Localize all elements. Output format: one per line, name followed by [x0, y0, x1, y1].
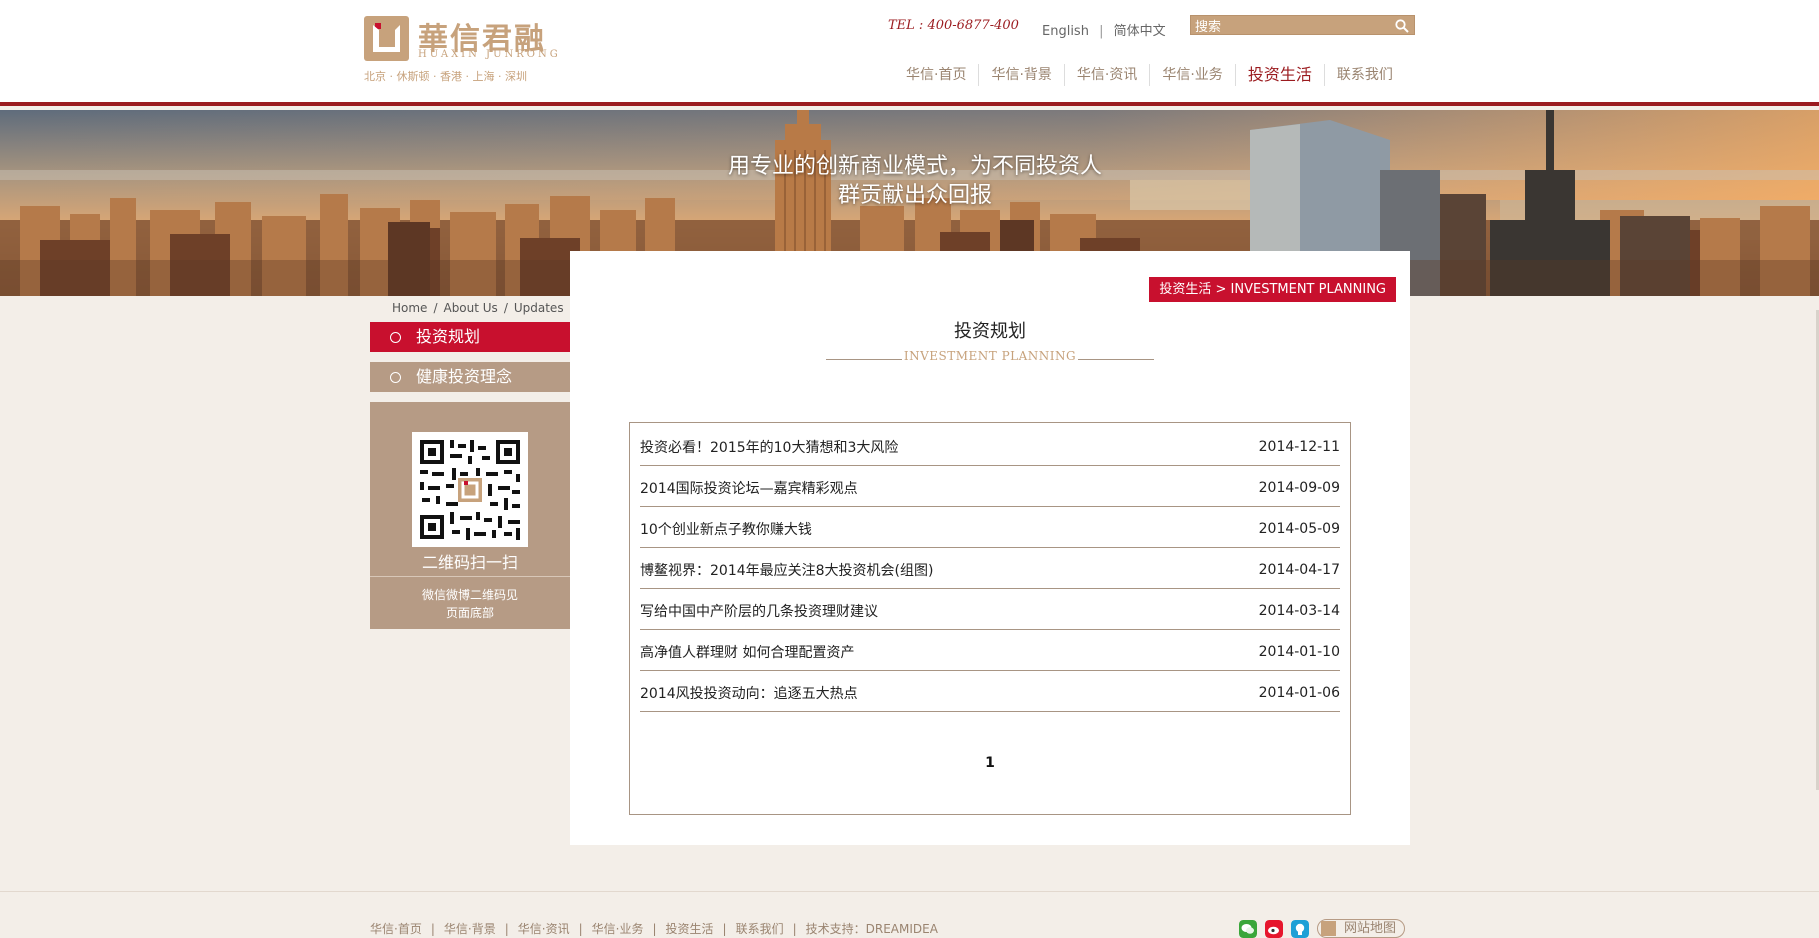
qr-note: 微信微博二维码见 页面底部: [370, 586, 570, 622]
section-tag: 投资生活 > INVESTMENT PLANNING: [1149, 277, 1396, 302]
weibo-icon[interactable]: [1265, 919, 1283, 938]
circle-bullet-icon: [390, 372, 401, 383]
qr-code-image: [412, 432, 528, 547]
nav-item-home[interactable]: 华信·首页: [894, 64, 978, 86]
list-item[interactable]: 10个创业新点子教你赚大钱 2014-05-09: [640, 507, 1340, 548]
footer-separator: |: [430, 922, 435, 936]
breadcrumb-separator: /: [503, 301, 508, 315]
pagination-page-1[interactable]: 1: [630, 755, 1350, 771]
article-title[interactable]: 2014风投投资动向：追逐五大热点: [640, 683, 858, 703]
footer-link-investment-life[interactable]: 投资生活: [666, 922, 714, 936]
article-list: 投资必看！2015年的10大猜想和3大风险 2014-12-11 2014国际投…: [629, 422, 1351, 815]
footer-link-contact[interactable]: 联系我们: [736, 922, 784, 936]
divider: [370, 576, 570, 577]
list-item[interactable]: 投资必看！2015年的10大猜想和3大风险 2014-12-11: [640, 425, 1340, 466]
footer-link-background[interactable]: 华信·背景: [444, 922, 496, 936]
sidebar-item-label: 投资规划: [416, 327, 481, 346]
list-item[interactable]: 写给中国中产阶层的几条投资理财建议 2014-03-14: [640, 589, 1340, 630]
list-item[interactable]: 2014国际投资论坛—嘉宾精彩观点 2014-09-09: [640, 466, 1340, 507]
breadcrumb-about[interactable]: About Us: [443, 301, 497, 315]
qr-note-line-2: 页面底部: [445, 606, 494, 620]
logo-mark-icon: [364, 16, 409, 61]
search-icon[interactable]: [1394, 18, 1410, 34]
article-date: 2014-03-14: [1258, 603, 1340, 619]
sidebar-item-healthy-investment[interactable]: 健康投资理念: [370, 362, 570, 392]
footer-separator: |: [578, 922, 583, 936]
nav-item-contact[interactable]: 联系我们: [1323, 64, 1405, 86]
qr-code-panel: 二维码扫一扫 微信微博二维码见 页面底部: [370, 402, 570, 629]
brand-cities: 北京 · 休斯顿 · 香港 · 上海 · 深圳: [364, 70, 527, 83]
nav-item-background[interactable]: 华信·背景: [978, 64, 1063, 86]
sidebar-item-label: 健康投资理念: [416, 367, 513, 386]
lang-separator: |: [1099, 24, 1104, 39]
nav-item-news[interactable]: 华信·资讯: [1063, 64, 1149, 86]
slogan-line-1: 用专业的创新商业模式，为不同投资人: [727, 154, 1102, 179]
article-date: 2014-01-10: [1258, 644, 1340, 660]
brand-logo[interactable]: 華信君融 HUAXIN JUNRONG 北京 · 休斯顿 · 香港 · 上海 ·…: [364, 16, 558, 86]
breadcrumb-updates[interactable]: Updates: [514, 301, 564, 315]
list-item[interactable]: 高净值人群理财 如何合理配置资产 2014-01-10: [640, 630, 1340, 671]
article-date: 2014-05-09: [1258, 521, 1340, 537]
main-nav: 华信·首页 华信·背景 华信·资讯 华信·业务 投资生活 联系我们: [894, 64, 1405, 86]
article-title[interactable]: 2014国际投资论坛—嘉宾精彩观点: [640, 478, 858, 498]
qr-title: 二维码扫一扫: [421, 553, 518, 572]
content-panel: 投资生活 > INVESTMENT PLANNING 投资规划 INVESTME…: [570, 251, 1410, 845]
article-title[interactable]: 高净值人群理财 如何合理配置资产: [640, 642, 854, 662]
footer-separator: |: [722, 922, 727, 936]
list-item[interactable]: 博鳌视界：2014年最应关注8大投资机会(组图) 2014-04-17: [640, 548, 1340, 589]
site-header: 華信君融 HUAXIN JUNRONG 北京 · 休斯顿 · 香港 · 上海 ·…: [0, 0, 1819, 106]
sitemap-label: 网站地图: [1344, 921, 1397, 936]
footer-separator: |: [504, 922, 509, 936]
article-date: 2014-12-11: [1258, 439, 1340, 455]
social-icons: 网站地图: [1239, 919, 1406, 938]
nav-item-business[interactable]: 华信·业务: [1149, 64, 1234, 86]
page-subtitle: INVESTMENT PLANNING: [903, 349, 1077, 363]
sitemap-button[interactable]: 网站地图: [1317, 919, 1406, 938]
lang-english-link[interactable]: English: [1042, 24, 1089, 39]
article-date: 2014-04-17: [1258, 562, 1340, 578]
lang-chinese-link[interactable]: 简体中文: [1114, 24, 1166, 39]
article-date: 2014-01-06: [1258, 685, 1340, 701]
qr-note-line-1: 微信微博二维码见: [421, 588, 518, 602]
page-title: 投资规划: [954, 321, 1026, 342]
wechat-icon[interactable]: [1239, 919, 1257, 938]
banner-slogan: 用专业的创新商业模式，为不同投资人 群贡献出众回报: [700, 152, 1130, 210]
footer-link-home[interactable]: 华信·首页: [370, 922, 422, 936]
article-title[interactable]: 博鳌视界：2014年最应关注8大投资机会(组图): [640, 560, 933, 580]
footer-tech-support[interactable]: 技术支持：DREAMIDEA: [806, 922, 938, 936]
article-date: 2014-09-09: [1258, 480, 1340, 496]
article-title[interactable]: 投资必看！2015年的10大猜想和3大风险: [640, 437, 898, 457]
divider: [1078, 359, 1154, 360]
breadcrumb: Home / About Us / Updates: [392, 301, 564, 315]
search-input[interactable]: [1191, 18, 1391, 37]
nav-item-investment-life[interactable]: 投资生活: [1234, 64, 1324, 86]
footer-separator: |: [792, 922, 797, 936]
circle-bullet-icon: [390, 332, 401, 343]
search-box: [1190, 15, 1415, 37]
footer-separator: |: [652, 922, 657, 936]
logo-mark-icon: [1321, 921, 1336, 936]
breadcrumb-home[interactable]: Home: [392, 301, 427, 315]
footer-link-business[interactable]: 华信·业务: [592, 922, 644, 936]
footer-nav: 华信·首页 | 华信·背景 | 华信·资讯 | 华信·业务 | 投资生活 | 联系我们 | 技术支持：D…: [370, 920, 938, 937]
qq-icon[interactable]: [1291, 919, 1309, 938]
list-item[interactable]: 2014风投投资动向：追逐五大热点 2014-01-06: [640, 671, 1340, 712]
breadcrumb-separator: /: [433, 301, 438, 315]
phone-number: TEL : 400-6877-400: [888, 18, 1019, 33]
divider: [0, 891, 1819, 892]
brand-name-en: HUAXIN JUNRONG: [418, 49, 561, 60]
language-switcher: English | 简体中文: [1042, 20, 1166, 39]
footer-link-news[interactable]: 华信·资讯: [518, 922, 570, 936]
slogan-line-2: 群贡献出众回报: [837, 183, 992, 208]
article-title[interactable]: 写给中国中产阶层的几条投资理财建议: [640, 601, 878, 621]
sidebar-item-investment-planning[interactable]: 投资规划: [370, 322, 570, 352]
article-title[interactable]: 10个创业新点子教你赚大钱: [640, 519, 812, 539]
